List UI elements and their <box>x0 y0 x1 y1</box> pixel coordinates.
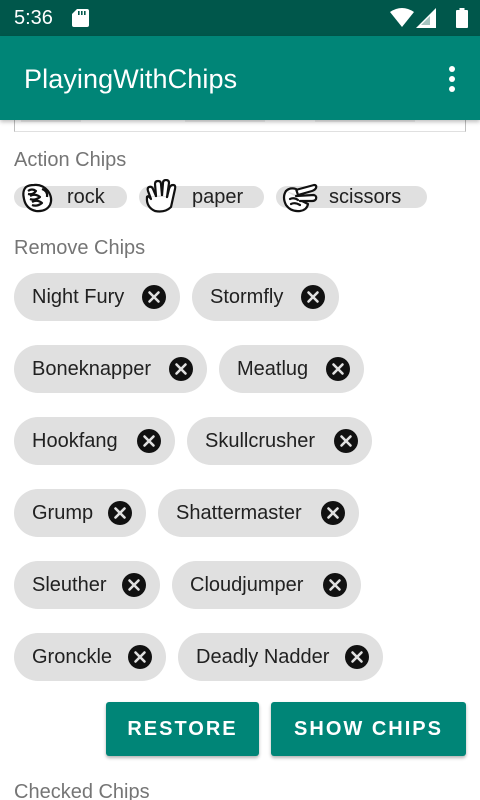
action-chip-scissors[interactable]: scissors <box>276 183 427 213</box>
sd-card-icon <box>72 9 89 27</box>
rock-hand-icon <box>22 183 53 213</box>
status-time: 5:36 <box>14 7 53 29</box>
remove-chip[interactable]: Boneknapper <box>14 345 207 393</box>
signal-icon <box>416 8 436 28</box>
close-icon[interactable] <box>137 429 161 453</box>
wifi-icon <box>390 8 414 27</box>
action-chip-label: rock <box>67 186 105 208</box>
close-icon[interactable] <box>323 573 347 597</box>
action-chip-label: scissors <box>329 186 402 208</box>
checked-chips-title: Checked Chips <box>14 781 150 800</box>
chip-label: Hookfang <box>32 430 118 452</box>
close-icon[interactable] <box>301 285 325 309</box>
close-icon[interactable] <box>128 645 152 669</box>
remove-chip[interactable]: Cloudjumper <box>172 561 361 609</box>
previous-chip-group <box>14 120 466 132</box>
chip-label: Deadly Nadder <box>196 646 330 668</box>
close-icon[interactable] <box>169 357 193 381</box>
battery-icon <box>456 8 468 28</box>
remove-chip[interactable]: Gronckle <box>14 633 166 681</box>
app-bar: PlayingWithChips <box>0 36 480 120</box>
remove-chip[interactable]: Deadly Nadder <box>178 633 383 681</box>
paper-hand-icon <box>145 179 177 213</box>
remove-chip[interactable]: Night Fury <box>14 273 180 321</box>
action-chip-paper[interactable]: paper <box>139 179 264 213</box>
action-chip-label: paper <box>192 186 244 208</box>
close-icon[interactable] <box>142 285 166 309</box>
remove-chip[interactable]: Sleuther <box>14 561 160 609</box>
content-scroll[interactable]: Action Chips rock paper scissors Remove … <box>0 120 480 800</box>
close-icon[interactable] <box>334 429 358 453</box>
more-vert-icon[interactable] <box>448 65 456 93</box>
status-bar: 5:36 <box>0 0 480 36</box>
remove-chip[interactable]: Hookfang <box>14 417 175 465</box>
remove-chip[interactable]: Shattermaster <box>158 489 359 537</box>
chip-label: Night Fury <box>32 286 125 308</box>
chip-label: Cloudjumper <box>190 574 304 596</box>
close-icon[interactable] <box>345 645 369 669</box>
restore-button[interactable]: RESTORE <box>106 702 259 756</box>
action-chip-rock[interactable]: rock <box>14 183 127 213</box>
close-icon[interactable] <box>108 501 132 525</box>
chip-label: Gronckle <box>32 646 113 668</box>
chip-label: Shattermaster <box>176 502 302 524</box>
remove-chip[interactable]: Skullcrusher <box>187 417 372 465</box>
chip-label: Meatlug <box>237 358 309 380</box>
remove-chip[interactable]: Stormfly <box>192 273 339 321</box>
close-icon[interactable] <box>326 357 350 381</box>
action-chips-title: Action Chips <box>14 149 127 171</box>
app-title: PlayingWithChips <box>24 64 238 94</box>
remove-chip[interactable]: Meatlug <box>219 345 364 393</box>
scissors-hand-icon <box>282 183 318 213</box>
remove-chips-title: Remove Chips <box>14 237 146 259</box>
close-icon[interactable] <box>321 501 345 525</box>
chip-label: Boneknapper <box>32 358 151 380</box>
show-chips-button[interactable]: SHOW CHIPS <box>271 702 466 756</box>
chip-label: Grump <box>32 502 94 524</box>
chip-label: Sleuther <box>32 574 107 596</box>
chip-label: Skullcrusher <box>205 430 316 452</box>
chip-label: Stormfly <box>210 286 284 308</box>
close-icon[interactable] <box>122 573 146 597</box>
remove-chip[interactable]: Grump <box>14 489 146 537</box>
